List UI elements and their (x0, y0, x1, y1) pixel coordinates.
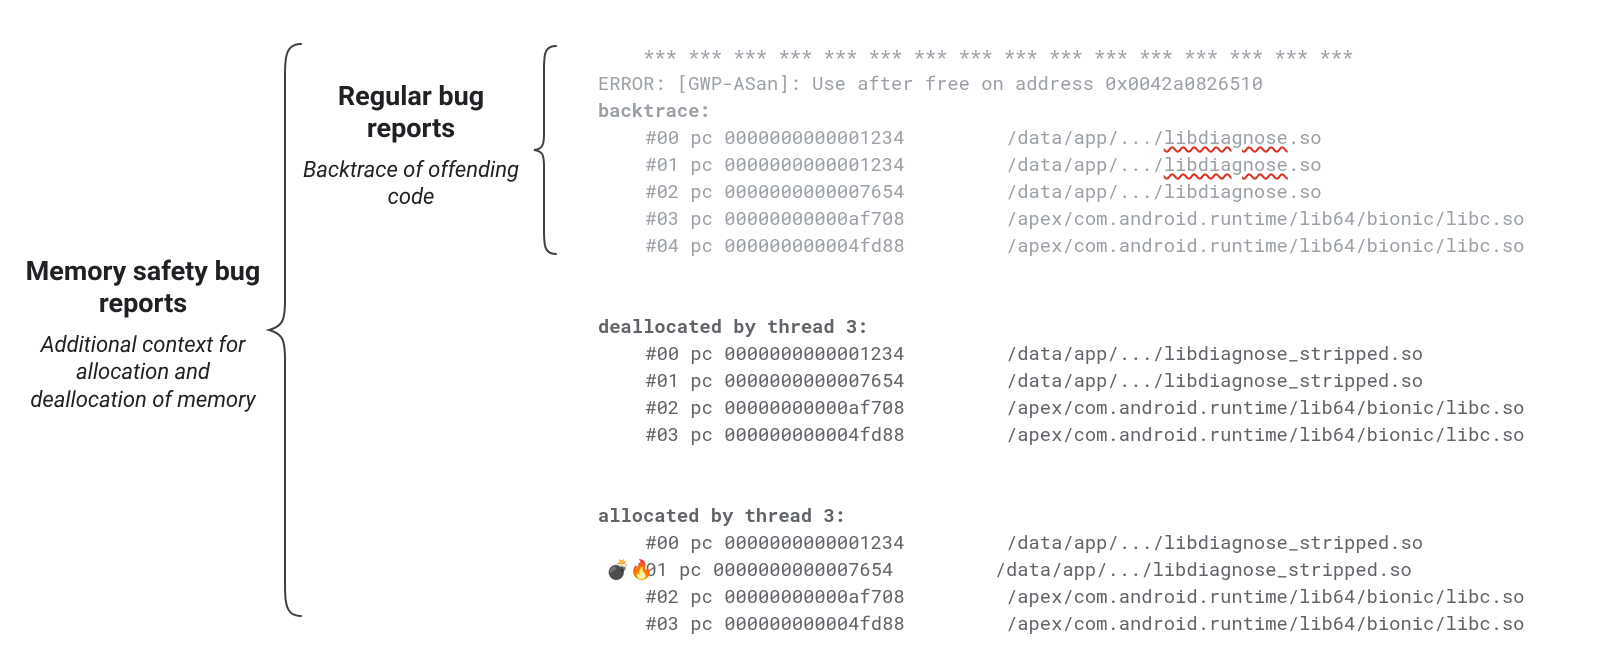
dealloc-frame: #02 pc 00000000000af708/apex/com.android… (598, 394, 1598, 421)
alloc-frame: #01 pc 0000000000007654/data/app/.../lib… (598, 556, 1598, 583)
brace-mid-icon (530, 42, 560, 257)
crash-report: *** *** *** *** *** *** *** *** *** *** … (598, 16, 1598, 637)
alloc-header: allocated by thread 3: (598, 503, 846, 528)
backtrace-frame: #02 pc 0000000000007654/data/app/.../lib… (598, 178, 1598, 205)
marker-emoji: 💣🔥 (606, 556, 653, 583)
backtrace-frame: #03 pc 00000000000af708/apex/com.android… (598, 205, 1598, 232)
memory-safety-title: Memory safety bug reports (20, 255, 266, 320)
regular-bug-label: Regular bug reports Backtrace of offendi… (296, 80, 526, 212)
backtrace-header: backtrace: (598, 98, 711, 123)
backtrace-frame: #01 pc 0000000000001234/data/app/.../lib… (598, 151, 1598, 178)
dealloc-frame: #00 pc 0000000000001234/data/app/.../lib… (598, 340, 1598, 367)
alloc-frame: #02 pc 00000000000af708/apex/com.android… (598, 583, 1598, 610)
brace-left-icon (265, 40, 305, 620)
dealloc-frame: #01 pc 0000000000007654/data/app/.../lib… (598, 367, 1598, 394)
dealloc-frame: #03 pc 000000000004fd88/apex/com.android… (598, 421, 1598, 448)
backtrace-frame: #04 pc 000000000004fd88/apex/com.android… (598, 232, 1598, 259)
alloc-frame: #00 pc 0000000000001234/data/app/.../lib… (598, 529, 1598, 556)
error-line: ERROR: [GWP-ASan]: Use after free on add… (598, 71, 1263, 96)
separator-line: *** *** *** *** *** *** *** *** *** *** … (643, 44, 1353, 69)
backtrace-frame: #00 pc 0000000000001234/data/app/.../lib… (598, 124, 1598, 151)
regular-bug-title: Regular bug reports (296, 80, 526, 145)
regular-bug-subtitle: Backtrace of offending code (296, 157, 526, 212)
alloc-frame: #03 pc 000000000004fd88/apex/com.android… (598, 610, 1598, 637)
memory-safety-subtitle: Additional context for allocation and de… (20, 332, 266, 415)
dealloc-header: deallocated by thread 3: (598, 314, 869, 339)
memory-safety-label: Memory safety bug reports Additional con… (20, 255, 266, 414)
